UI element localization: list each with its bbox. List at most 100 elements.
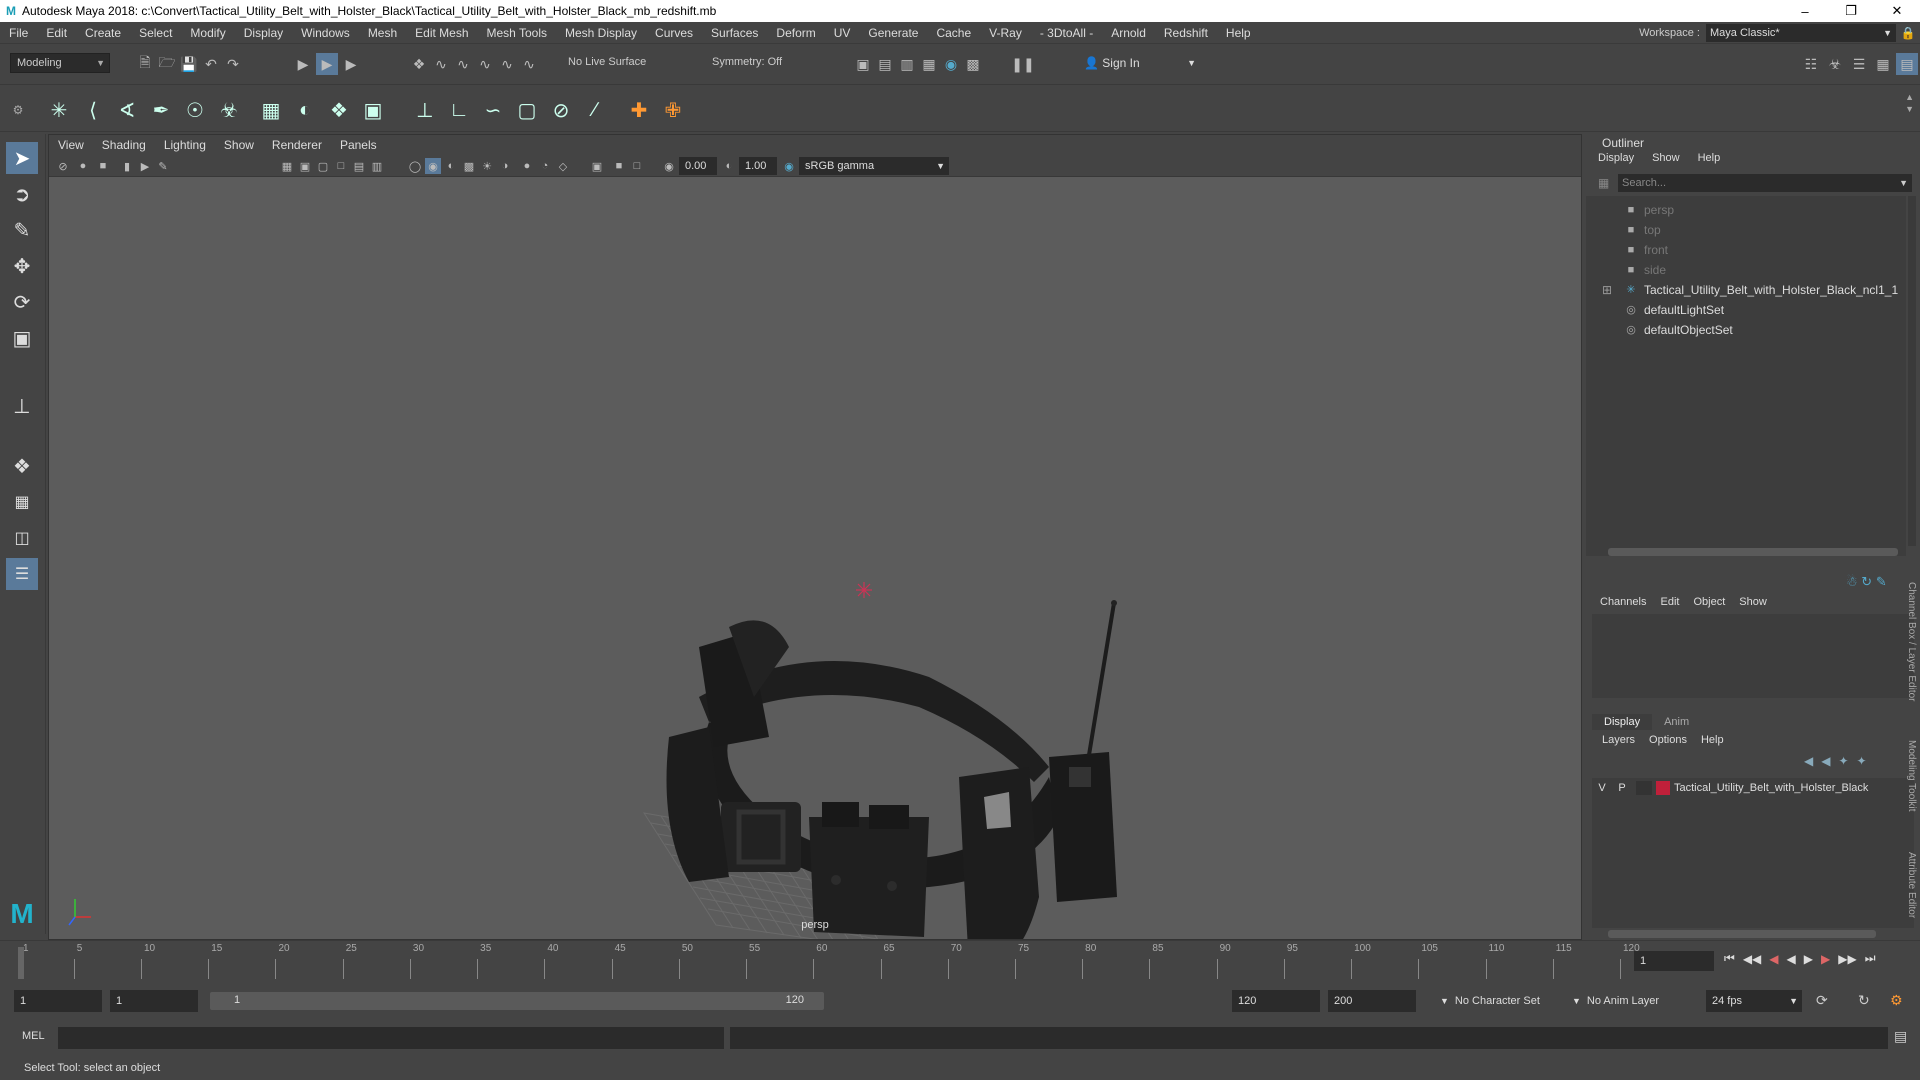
point-constraint-icon[interactable]: ∟ (444, 95, 474, 125)
open-scene-icon[interactable]: 🗁 (156, 53, 178, 75)
end-time-field[interactable]: 200 (1328, 990, 1416, 1012)
use-all-lights-icon[interactable]: ☀ (479, 158, 495, 174)
select-component-icon[interactable]: ▶ (340, 53, 362, 75)
viewport-menu-shading[interactable]: Shading (93, 135, 155, 155)
field-chart-icon[interactable]: ▤ (351, 158, 367, 174)
side-tab-channel-box[interactable]: Channel Box / Layer Editor (1906, 582, 1917, 702)
current-time-marker[interactable] (18, 947, 24, 979)
move-layer-up-icon[interactable]: ◀ (1804, 754, 1813, 768)
tab-anim[interactable]: Anim (1652, 714, 1701, 730)
render-sequence-icon[interactable]: ▤ (874, 53, 896, 75)
close-icon[interactable]: ✕ (1874, 0, 1920, 22)
exposure-icon[interactable]: ◉ (661, 158, 677, 174)
anti-aliasing-icon[interactable]: ◇ (555, 158, 571, 174)
workspace-dropdown[interactable]: Maya Classic* ▼ (1706, 23, 1896, 42)
symmetry-dropdown[interactable]: Symmetry: Off (706, 53, 806, 73)
channels-keyed-icon[interactable]: ☃ (1846, 574, 1858, 589)
step-back-key-icon[interactable]: ◀◀ (1743, 952, 1761, 966)
bookmarks-icon[interactable]: ■ (95, 158, 111, 174)
motion-blur-icon[interactable]: ◔ (537, 158, 553, 174)
start-time-field[interactable]: 1 (14, 990, 102, 1012)
outliner-item[interactable]: ■ front (1624, 240, 1668, 260)
snap-point-icon[interactable]: ∿ (452, 53, 474, 75)
menu-help[interactable]: Help (1217, 22, 1260, 44)
resolution-gate-icon[interactable]: ▢ (315, 158, 331, 174)
new-layer-selected-icon[interactable]: ✦ (1857, 754, 1867, 768)
command-input[interactable] (58, 1027, 724, 1049)
outliner-item[interactable]: ◎ defaultLightSet (1624, 300, 1724, 320)
skin-icon[interactable]: ✒ (146, 95, 176, 125)
tool-settings-toggle-icon[interactable]: ▦ (1872, 53, 1894, 75)
play-backwards-icon[interactable]: ◀ (1787, 952, 1796, 966)
menu-create[interactable]: Create (76, 22, 130, 44)
layer-menu-options[interactable]: Options (1649, 734, 1687, 746)
select-object-icon[interactable]: ▶ (316, 53, 338, 75)
menu-mesh-display[interactable]: Mesh Display (556, 22, 646, 44)
outliner-hscroll[interactable] (1608, 548, 1898, 556)
viewport-menu-lighting[interactable]: Lighting (155, 135, 215, 155)
locator-tool-icon[interactable]: ✙ (658, 95, 688, 125)
snap-grid-icon[interactable]: ❖ (408, 53, 430, 75)
anim-end-field[interactable]: 120 (1232, 990, 1320, 1012)
channel-box-menu-show[interactable]: Show (1739, 596, 1767, 608)
quick-rig-icon[interactable]: ☣ (214, 95, 244, 125)
outliner-filter-icon[interactable]: ▦ (1598, 176, 1609, 190)
layer-hscroll[interactable] (1608, 930, 1876, 938)
menu-surfaces[interactable]: Surfaces (702, 22, 767, 44)
go-to-end-icon[interactable]: ⏭ (1865, 951, 1876, 966)
color-management-icon[interactable]: ◉ (781, 158, 797, 174)
new-layer-icon[interactable]: ✦ (1838, 754, 1848, 768)
outliner-item[interactable]: ◎ defaultObjectSet (1624, 320, 1733, 340)
menu-generate[interactable]: Generate (859, 22, 927, 44)
snap-plane-icon[interactable]: ∿ (474, 53, 496, 75)
sign-in-button[interactable]: 👤 Sign In ▼ (1084, 53, 1200, 73)
snap-view-icon[interactable]: ∿ (518, 53, 540, 75)
play-forwards-icon[interactable]: ▶ (1804, 952, 1813, 966)
shelf-scroll-icon[interactable]: ▲ ▼ (1905, 91, 1914, 115)
ipr-render-icon[interactable]: ▥ (896, 53, 918, 75)
channel-box-menu-object[interactable]: Object (1693, 596, 1725, 608)
step-back-frame-icon[interactable]: ◀ (1769, 952, 1778, 966)
gate-mask-icon[interactable]: □ (333, 158, 349, 174)
xray-joints-icon[interactable]: □ (629, 158, 645, 174)
viewport-menu-renderer[interactable]: Renderer (263, 135, 331, 155)
sync-icon[interactable]: ↻ (1861, 574, 1872, 589)
lattice-icon[interactable]: ▣ (358, 95, 388, 125)
grid-icon[interactable]: ▦ (279, 158, 295, 174)
channel-box-menu-edit[interactable]: Edit (1660, 596, 1679, 608)
humanik-icon[interactable]: ☉ (180, 95, 210, 125)
menu-display[interactable]: Display (235, 22, 292, 44)
film-gate-icon[interactable]: ▣ (297, 158, 313, 174)
menu-3dtoall[interactable]: - 3DtoAll - (1031, 22, 1102, 44)
outliner-scrollbar[interactable] (1908, 196, 1916, 546)
command-language-label[interactable]: MEL (22, 1030, 45, 1042)
snap-surface-icon[interactable]: ∿ (496, 53, 518, 75)
anim-start-field[interactable]: 1 (110, 990, 198, 1012)
menu-select[interactable]: Select (130, 22, 181, 44)
select-tool-icon[interactable]: ➤ (6, 142, 38, 174)
single-perspective-layout-icon[interactable]: ❖ (6, 450, 38, 482)
viewport-menu-panels[interactable]: Panels (331, 135, 386, 155)
layer-color-swatch[interactable] (1656, 781, 1670, 795)
smooth-shade-icon[interactable]: ◉ (425, 158, 441, 174)
move-tool-icon[interactable]: ✥ (6, 250, 38, 282)
menu-uv[interactable]: UV (825, 22, 860, 44)
aim-constraint-icon[interactable]: ⊘ (546, 95, 576, 125)
outliner-item[interactable]: ⊞ ✳ Tactical_Utility_Belt_with_Holster_Bla… (1602, 280, 1898, 300)
camera-attributes-icon[interactable]: ● (75, 158, 91, 174)
paint-weights-icon[interactable]: ◐ (290, 95, 320, 125)
ik-spline-icon[interactable]: ∢ (112, 95, 142, 125)
layer-visibility-toggle[interactable]: V (1592, 782, 1612, 794)
character-controls-toggle-icon[interactable]: ☣ (1824, 53, 1846, 75)
attribute-editor-toggle-icon[interactable]: ☰ (1848, 53, 1870, 75)
character-set-dropdown[interactable]: ▼ No Character Set (1440, 990, 1570, 1012)
exposure-field[interactable]: 0.00 (679, 157, 717, 175)
outliner-item[interactable]: ■ side (1624, 260, 1666, 280)
render-view-icon[interactable]: ▩ (962, 53, 984, 75)
viewport-menu-view[interactable]: View (49, 135, 93, 155)
rotate-tool-icon[interactable]: ⟳ (6, 286, 38, 318)
go-to-start-icon[interactable]: ⏮ (1724, 951, 1735, 966)
layer-type-toggle[interactable] (1636, 781, 1652, 795)
orient-constraint-icon[interactable]: ∽ (478, 95, 508, 125)
loop-icon[interactable]: ⟳ (1816, 992, 1828, 1009)
